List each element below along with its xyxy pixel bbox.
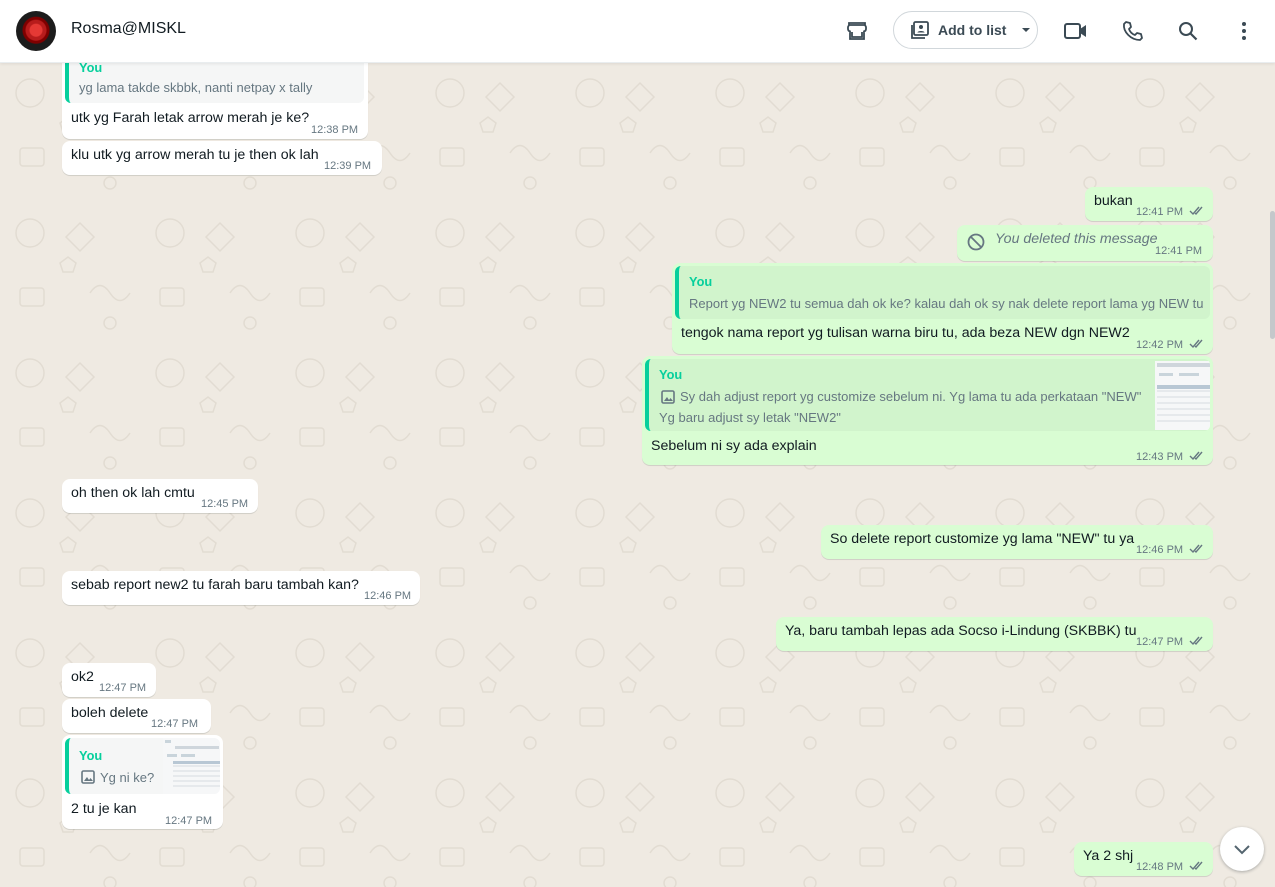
message-text: utk yg Farah letak arrow merah je ke? — [71, 110, 310, 126]
quote-text-line2: Yg baru adjust sy letak "NEW2" — [659, 410, 841, 425]
message-time: 12:48 PM — [1136, 861, 1184, 873]
search-icon[interactable] — [1174, 17, 1202, 45]
add-to-list-label: Add to list — [938, 22, 1007, 38]
message-time: 12:41 PM — [1136, 206, 1184, 218]
message-time: 12:46 PM — [364, 590, 412, 602]
message-time: 12:43 PM — [1136, 451, 1184, 463]
message-time: 12:42 PM — [1136, 339, 1184, 351]
quoted-message[interactable]: You Sy dah adjust report yg customize se… — [645, 359, 1210, 431]
scroll-down-icon — [1234, 845, 1250, 855]
scroll-to-bottom-button[interactable] — [1220, 827, 1264, 871]
quote-text: Sy dah adjust report yg customize sebelu… — [680, 389, 1142, 404]
image-icon — [81, 770, 95, 784]
quoted-message[interactable]: You Yg ni ke? — [65, 738, 220, 794]
message-time: 12:47 PM — [151, 718, 199, 730]
message-time: 12:47 PM — [99, 682, 147, 694]
read-receipt-icon — [1189, 861, 1203, 871]
add-to-list-icon — [910, 20, 930, 40]
message-text: You deleted this message — [995, 231, 1158, 247]
chevron-down-icon — [1020, 26, 1032, 34]
quoted-message[interactable]: You Report yg NEW2 tu semua dah ok ke? k… — [675, 266, 1210, 319]
chat-scrollbar[interactable] — [1270, 211, 1275, 339]
quote-author: You — [689, 274, 713, 289]
read-receipt-icon — [1189, 636, 1203, 646]
outgoing-message[interactable]: You Sy dah adjust report yg customize se… — [642, 356, 1213, 465]
quote-text: Report yg NEW2 tu semua dah ok ke? kalau… — [689, 296, 1204, 311]
message-text: ok2 — [71, 669, 94, 685]
quote-author: You — [79, 748, 103, 763]
incoming-message[interactable]: boleh delete 12:47 PM — [62, 699, 211, 733]
incoming-message[interactable]: sebab report new2 tu farah baru tambah k… — [62, 571, 420, 605]
outgoing-message[interactable]: bukan 12:41 PM — [1085, 187, 1213, 221]
quote-author: You — [659, 367, 683, 382]
incoming-message[interactable]: klu utk yg arrow merah tu je then ok lah… — [62, 141, 382, 175]
add-to-list-button[interactable]: Add to list — [893, 11, 1038, 49]
outgoing-message[interactable]: Ya, baru tambah lepas ada Socso i-Lindun… — [776, 617, 1213, 651]
read-receipt-icon — [1189, 451, 1203, 461]
message-text: Sebelum ni sy ada explain — [651, 438, 817, 454]
read-receipt-icon — [1189, 544, 1203, 554]
incoming-message[interactable]: You yg lama takde skbbk, nanti netpay x … — [62, 50, 368, 139]
chat-header: Rosma@MISKL Add to list — [0, 0, 1275, 63]
message-text: tengok nama report yg tulisan warna biru… — [681, 325, 1130, 341]
message-time: 12:41 PM — [1155, 245, 1203, 257]
message-time: 12:46 PM — [1136, 544, 1184, 556]
catalog-icon[interactable] — [843, 17, 871, 45]
message-time: 12:47 PM — [1136, 636, 1184, 648]
contact-name[interactable]: Rosma@MISKL — [71, 20, 186, 38]
message-text: boleh delete — [71, 705, 149, 721]
incoming-message[interactable]: You Yg ni ke? 2 tu je kan 12:47 PM — [62, 735, 223, 829]
quote-thumbnail[interactable] — [1155, 361, 1210, 430]
incoming-message[interactable]: oh then ok lah cmtu 12:45 PM — [62, 479, 258, 513]
read-receipt-icon — [1189, 206, 1203, 216]
quote-thumbnail[interactable] — [163, 738, 220, 794]
message-text: Ya 2 shj — [1083, 848, 1134, 864]
message-time: 12:39 PM — [324, 160, 372, 172]
outgoing-message[interactable]: You Report yg NEW2 tu semua dah ok ke? k… — [672, 263, 1213, 354]
incoming-message[interactable]: ok2 12:47 PM — [62, 663, 156, 697]
message-time: 12:47 PM — [165, 815, 213, 827]
message-text: Ya, baru tambah lepas ada Socso i-Lindun… — [785, 623, 1137, 639]
phone-icon[interactable] — [1118, 17, 1146, 45]
message-text: sebab report new2 tu farah baru tambah k… — [71, 577, 359, 593]
image-icon — [661, 390, 675, 404]
read-receipt-icon — [1189, 339, 1203, 349]
outgoing-deleted-message[interactable]: You deleted this message 12:41 PM — [957, 225, 1213, 261]
message-text: 2 tu je kan — [71, 801, 137, 817]
contact-avatar[interactable] — [16, 11, 56, 51]
message-time: 12:38 PM — [311, 124, 359, 136]
message-time: 12:45 PM — [201, 498, 249, 510]
message-text: oh then ok lah cmtu — [71, 485, 195, 501]
message-text: bukan — [1094, 193, 1133, 209]
outgoing-message[interactable]: Ya 2 shj 12:48 PM — [1074, 842, 1213, 876]
quote-text: Yg ni ke? — [100, 770, 155, 785]
deleted-icon — [967, 233, 985, 251]
outgoing-message[interactable]: So delete report customize yg lama "NEW"… — [821, 525, 1213, 559]
message-text: So delete report customize yg lama "NEW"… — [830, 531, 1135, 547]
quote-text: yg lama takde skbbk, nanti netpay x tall… — [79, 80, 313, 95]
menu-icon[interactable] — [1230, 17, 1258, 45]
message-text: klu utk yg arrow merah tu je then ok lah — [71, 147, 319, 163]
video-call-icon[interactable] — [1062, 17, 1090, 45]
